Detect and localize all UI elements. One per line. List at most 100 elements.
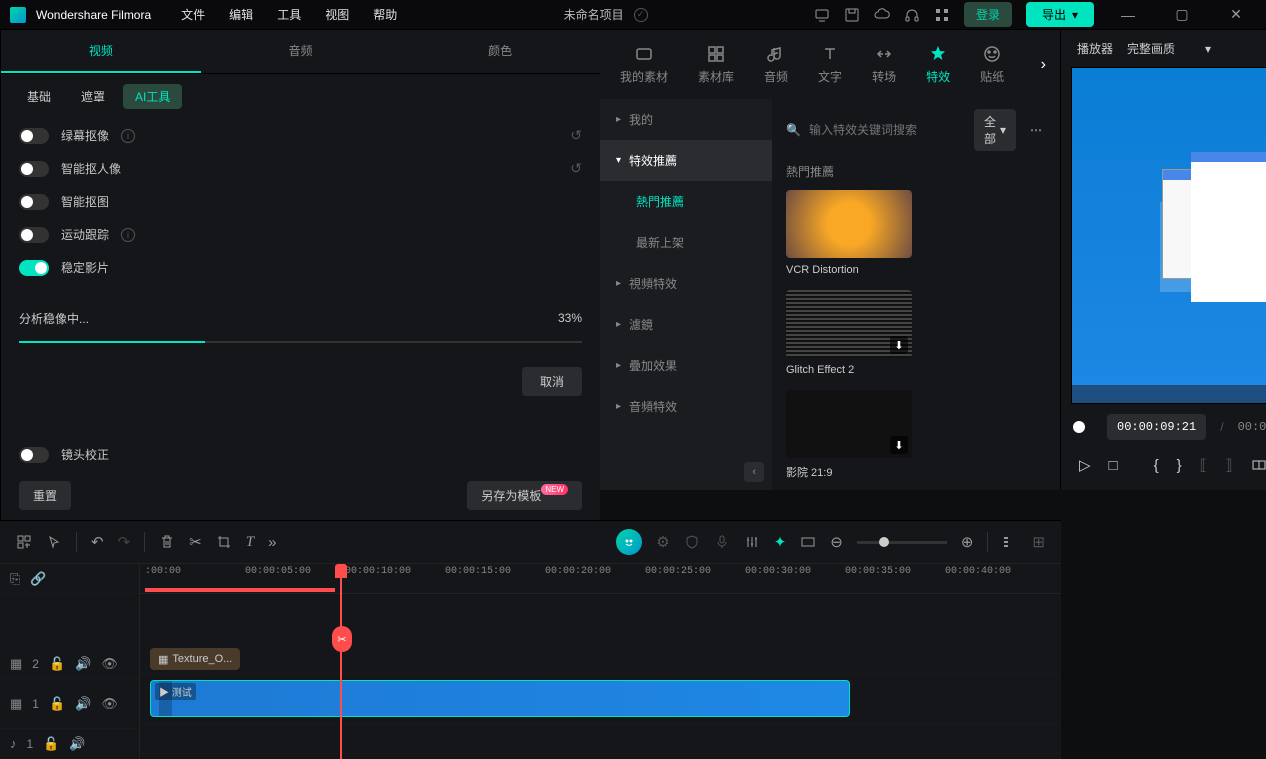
search-box[interactable]: 🔍 — [786, 123, 964, 137]
cancel-button[interactable]: 取消 — [522, 367, 582, 396]
marker-icon[interactable]: ✦ — [774, 533, 787, 551]
extra-icon[interactable]: ⊞ — [1032, 533, 1045, 551]
track-header-audio[interactable]: ♪1 🔓 🔊 — [0, 729, 139, 759]
zoom-in-button[interactable]: ⊕ — [961, 533, 974, 551]
tab-video[interactable]: 视频 — [1, 30, 201, 73]
tab-my-media[interactable]: 我的素材 — [606, 38, 682, 91]
delete-button[interactable] — [159, 534, 175, 550]
info-icon[interactable]: i — [121, 129, 135, 143]
video-clip[interactable]: ▶ 测试 — [150, 680, 850, 717]
tab-stock[interactable]: 素材库 — [684, 38, 748, 91]
view-toggle-icon[interactable] — [1002, 534, 1018, 550]
tab-stickers[interactable]: 贴纸 — [966, 38, 1018, 91]
template-button[interactable]: 另存为模板NEW — [467, 481, 582, 510]
toggle-smart-matting[interactable] — [19, 194, 49, 210]
stop-button[interactable]: □ — [1109, 457, 1118, 474]
menu-view[interactable]: 视图 — [325, 6, 349, 23]
tab-audio[interactable]: 音频 — [201, 30, 401, 73]
toggle-chroma-key[interactable] — [19, 128, 49, 144]
zoom-slider[interactable] — [857, 541, 947, 544]
login-button[interactable]: 登录 — [964, 2, 1012, 27]
more-options-button[interactable]: ⋯ — [1026, 119, 1046, 141]
project-title[interactable]: 未命名项目 — [564, 6, 624, 23]
reset-icon[interactable]: ↺ — [570, 160, 582, 177]
download-icon[interactable]: ⬇ — [890, 336, 908, 354]
play-button[interactable]: ▷ — [1079, 456, 1091, 474]
lock-icon[interactable]: 🔓 — [49, 696, 65, 712]
effect-thumb[interactable]: VCR Distortion — [786, 190, 912, 276]
sidebar-item-popular[interactable]: 熱門推薦 — [600, 181, 772, 222]
visible-icon[interactable]: 👁 — [101, 656, 118, 672]
sidebar-item-recommended[interactable]: ▾特效推薦 — [600, 140, 772, 181]
maximize-button[interactable]: ▢ — [1162, 6, 1202, 23]
mic-icon[interactable] — [714, 534, 730, 550]
quality-dropdown[interactable]: 完整画质▾ — [1127, 40, 1211, 57]
mute-icon[interactable]: 🔊 — [75, 656, 91, 672]
text-button[interactable]: T — [246, 534, 254, 551]
search-input[interactable] — [809, 123, 964, 137]
copy-icon[interactable]: ⎘ — [10, 571, 20, 587]
mute-icon[interactable]: 🔊 — [69, 736, 85, 752]
toggle-smart-cutout[interactable] — [19, 161, 49, 177]
cut-button[interactable]: ✂ — [189, 533, 202, 551]
minimize-button[interactable]: — — [1108, 7, 1148, 23]
settings-gear-icon[interactable]: ⚙ — [656, 533, 669, 551]
menu-tools[interactable]: 工具 — [277, 6, 301, 23]
crop-button[interactable] — [216, 534, 232, 550]
close-button[interactable]: ✕ — [1216, 6, 1256, 23]
mixer-icon[interactable] — [744, 534, 760, 550]
download-icon[interactable]: ⬇ — [890, 436, 908, 454]
filter-dropdown[interactable]: 全部▾ — [974, 109, 1016, 151]
timecode[interactable]: 00:00:09:21 — [1107, 414, 1206, 440]
cursor-icon[interactable] — [46, 534, 62, 550]
reset-button[interactable]: 重置 — [19, 481, 71, 510]
visible-icon[interactable]: 👁 — [101, 696, 118, 712]
sidebar-item-overlay[interactable]: ▸疊加效果 — [600, 345, 772, 386]
toggle-motion-tracking[interactable] — [19, 227, 49, 243]
menu-help[interactable]: 帮助 — [373, 6, 397, 23]
lock-icon[interactable]: 🔓 — [43, 736, 59, 752]
tab-color[interactable]: 颜色 — [400, 30, 600, 73]
device-icon[interactable] — [814, 7, 830, 23]
more-tools-button[interactable]: » — [268, 534, 276, 551]
toggle-stabilize[interactable] — [19, 260, 49, 276]
sidebar-item-audio-fx[interactable]: ▸音頻特效 — [600, 386, 772, 427]
add-track-icon[interactable] — [16, 534, 32, 550]
sidebar-item-filters[interactable]: ▸濾鏡 — [600, 304, 772, 345]
tab-text[interactable]: 文字 — [804, 38, 856, 91]
menu-edit[interactable]: 编辑 — [229, 6, 253, 23]
tab-effects[interactable]: 特效 — [912, 38, 964, 91]
timeline-ruler[interactable]: :00:00 00:00:05:00 00:00:10:00 00:00:15:… — [140, 564, 1061, 594]
ai-button[interactable] — [616, 529, 642, 555]
mute-icon[interactable]: 🔊 — [75, 696, 91, 712]
subtab-basic[interactable]: 基础 — [15, 84, 63, 109]
info-icon[interactable]: i — [121, 228, 135, 242]
sidebar-item-video-fx[interactable]: ▸視頻特效 — [600, 263, 772, 304]
cloud-icon[interactable] — [874, 7, 890, 23]
tab-transition[interactable]: 转场 — [858, 38, 910, 91]
compare-icon[interactable] — [1251, 457, 1266, 473]
headphones-icon[interactable] — [904, 7, 920, 23]
fx-clip[interactable]: ▦Texture_O... — [150, 648, 240, 670]
effect-thumb[interactable]: ⬇Glitch Effect 2 — [786, 290, 912, 376]
brace-close-icon[interactable]: } — [1177, 457, 1182, 474]
tab-audio[interactable]: 音频 — [750, 38, 802, 91]
apps-icon[interactable] — [934, 7, 950, 23]
preview-viewport[interactable] — [1071, 67, 1266, 404]
subtab-mask[interactable]: 遮罩 — [69, 84, 117, 109]
sidebar-item-mine[interactable]: ▸我的 — [600, 99, 772, 140]
subtab-ai-tools[interactable]: AI工具 — [123, 84, 182, 109]
effect-thumb[interactable]: ⬇影院 21:9 — [786, 390, 912, 480]
track-fx[interactable]: ▦Texture_O... — [140, 644, 1061, 674]
timeline-tracks[interactable]: :00:00 00:00:05:00 00:00:10:00 00:00:15:… — [140, 564, 1061, 759]
link-icon[interactable]: 🔗 — [30, 571, 46, 587]
zoom-out-button[interactable]: ⊖ — [830, 533, 843, 551]
scissors-marker[interactable]: ✂ — [332, 626, 352, 652]
sidebar-collapse-button[interactable]: ‹ — [744, 462, 764, 482]
ratio-icon[interactable] — [800, 534, 816, 550]
undo-button[interactable]: ↶ — [91, 533, 104, 551]
sidebar-item-newest[interactable]: 最新上架 — [600, 222, 772, 263]
toggle-lens-correction[interactable] — [19, 447, 49, 463]
menu-file[interactable]: 文件 — [181, 6, 205, 23]
shield-icon[interactable] — [684, 534, 700, 550]
